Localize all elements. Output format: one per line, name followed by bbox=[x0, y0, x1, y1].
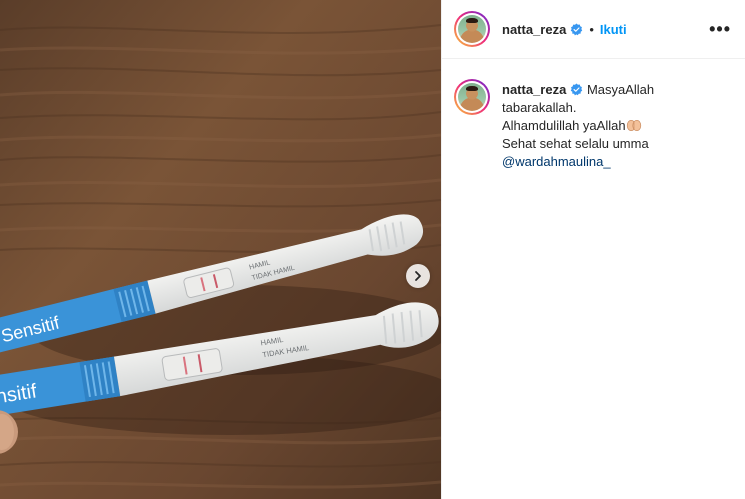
verified-badge-icon bbox=[571, 83, 583, 96]
avatar[interactable] bbox=[454, 11, 490, 47]
post-header: natta_reza • Ikuti ••• bbox=[442, 0, 745, 59]
avatar-photo bbox=[458, 15, 486, 43]
caption-username[interactable]: natta_reza bbox=[502, 82, 566, 97]
mention-link[interactable]: @wardahmaulina_ bbox=[502, 153, 729, 171]
separator-dot: • bbox=[589, 21, 594, 37]
chevron-right-icon bbox=[415, 271, 421, 281]
caption-avatar[interactable] bbox=[454, 79, 490, 115]
post-sidebar: natta_reza • Ikuti ••• natta_reza MasyaA… bbox=[441, 0, 745, 499]
follow-button[interactable]: Ikuti bbox=[600, 22, 627, 37]
caption-text: natta_reza MasyaAllah tabarakallah. Alha… bbox=[502, 81, 729, 171]
next-photo-button[interactable] bbox=[406, 264, 430, 288]
instagram-post-window: HAMIL TIDAK HAMIL Sensitif HAMIL TIDAK H… bbox=[0, 0, 745, 499]
more-options-button[interactable]: ••• bbox=[709, 20, 731, 38]
caption: natta_reza MasyaAllah tabarakallah. Alha… bbox=[442, 59, 745, 171]
verified-badge-icon bbox=[571, 23, 583, 35]
caption-line-3: Sehat sehat selalu umma bbox=[502, 136, 649, 151]
caption-line-2: Alhamdulillah yaAllah bbox=[502, 118, 626, 133]
pregnancy-tests-photo: HAMIL TIDAK HAMIL Sensitif HAMIL TIDAK H… bbox=[0, 0, 441, 499]
post-photo[interactable]: HAMIL TIDAK HAMIL Sensitif HAMIL TIDAK H… bbox=[0, 0, 441, 499]
praying-hands-emoji-icon bbox=[626, 119, 641, 132]
avatar-photo bbox=[458, 83, 486, 111]
header-username[interactable]: natta_reza bbox=[502, 22, 566, 37]
